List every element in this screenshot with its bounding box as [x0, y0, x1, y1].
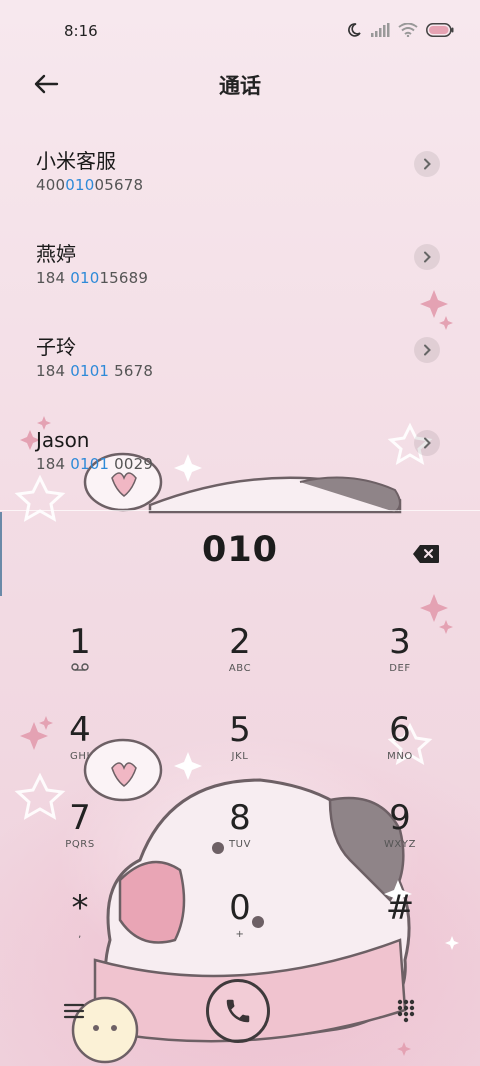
- number-match-highlight: 010: [70, 269, 100, 287]
- contact-name: Jason: [36, 428, 90, 452]
- key-letters: DEF: [389, 663, 411, 674]
- key-letters: ABC: [228, 663, 252, 674]
- header: 通话: [0, 62, 480, 106]
- key-0[interactable]: 0 +: [180, 888, 300, 968]
- contact-detail-button[interactable]: [414, 244, 440, 270]
- contact-number: 184 01015689: [36, 268, 480, 288]
- key-digit: 5: [229, 710, 251, 750]
- contact-detail-button[interactable]: [414, 151, 440, 177]
- number-match-highlight: 0101: [70, 362, 110, 380]
- dialpad-icon: [397, 999, 415, 1023]
- key-digit: #: [385, 888, 415, 928]
- chevron-right-icon: [424, 158, 431, 170]
- key-digit: 3: [389, 622, 411, 662]
- key-4[interactable]: 4 GHI: [20, 710, 140, 790]
- chevron-right-icon: [424, 344, 431, 356]
- key-letters: MNO: [387, 751, 413, 762]
- key-3[interactable]: 3 DEF: [340, 622, 460, 702]
- contact-number: 40001005678: [36, 175, 480, 195]
- phone-icon: [226, 999, 250, 1023]
- backspace-icon: [413, 545, 439, 563]
- key-letters: WXYZ: [383, 839, 417, 850]
- voicemail-icon: [20, 662, 140, 677]
- contact-list: 小米客服 40001005678 燕婷 184 01015689 子玲 184 …: [0, 135, 480, 507]
- number-part: 0029: [109, 455, 154, 473]
- contact-number: 184 0101 5678: [36, 361, 480, 381]
- key-hash[interactable]: #: [340, 888, 460, 968]
- key-1[interactable]: 1: [20, 622, 140, 702]
- key-star[interactable]: * ,: [20, 888, 140, 968]
- dialer-bottom-bar: [0, 975, 480, 1055]
- key-digit: 8: [229, 798, 251, 838]
- key-2[interactable]: 2 ABC: [180, 622, 300, 702]
- key-digit: *: [71, 888, 89, 928]
- signal-icon: [370, 23, 390, 37]
- number-part: 15689: [99, 269, 149, 287]
- number-part: 05678: [94, 176, 144, 194]
- contact-number: 184 0101 0029: [36, 454, 480, 474]
- key-8[interactable]: 8 TUV: [180, 798, 300, 878]
- number-match-highlight: 010: [65, 176, 95, 194]
- number-part: 184: [36, 455, 71, 473]
- status-icons: [346, 22, 454, 38]
- contact-detail-button[interactable]: [414, 337, 440, 363]
- number-part: 400: [36, 176, 66, 194]
- panel-divider: [0, 510, 480, 511]
- status-time: 8:16: [64, 22, 98, 40]
- number-match-highlight: 0101: [70, 455, 110, 473]
- key-digit: 7: [69, 798, 91, 838]
- contact-name: 燕婷: [36, 242, 76, 266]
- key-letters: ,: [78, 929, 82, 940]
- key-digit: 1: [69, 622, 91, 662]
- chevron-right-icon: [424, 437, 431, 449]
- page-title: 通话: [219, 74, 261, 98]
- key-letters: +: [235, 929, 245, 940]
- contact-item[interactable]: 燕婷 184 01015689: [0, 228, 480, 321]
- key-letters: PQRS: [65, 839, 95, 850]
- dialpad-toggle-button[interactable]: [392, 997, 420, 1025]
- key-digit: 9: [389, 798, 411, 838]
- key-digit: 2: [229, 622, 251, 662]
- contact-name: 小米客服: [36, 149, 116, 173]
- key-7[interactable]: 7 PQRS: [20, 798, 140, 878]
- key-letters: GHI: [69, 751, 91, 762]
- battery-icon: [426, 23, 454, 37]
- menu-button[interactable]: [60, 997, 88, 1025]
- contact-detail-button[interactable]: [414, 430, 440, 456]
- number-part: 184: [36, 362, 71, 380]
- contact-name: 子玲: [36, 335, 76, 359]
- key-6[interactable]: 6 MNO: [340, 710, 460, 790]
- key-5[interactable]: 5 JKL: [180, 710, 300, 790]
- key-digit: 0: [229, 888, 251, 928]
- status-bar: 8:16: [0, 0, 480, 62]
- number-part: 5678: [109, 362, 154, 380]
- contact-item[interactable]: 子玲 184 0101 5678: [0, 321, 480, 414]
- wifi-icon: [398, 23, 418, 37]
- key-9[interactable]: 9 WXYZ: [340, 798, 460, 878]
- call-button[interactable]: [206, 979, 270, 1043]
- key-digit: 4: [69, 710, 91, 750]
- moon-icon: [346, 22, 362, 38]
- contact-item[interactable]: Jason 184 0101 0029: [0, 414, 480, 507]
- dialed-number-display[interactable]: 010: [0, 530, 480, 570]
- number-part: 184: [36, 269, 71, 287]
- backspace-button[interactable]: [410, 540, 442, 568]
- key-letters: JKL: [231, 751, 249, 762]
- contact-item[interactable]: 小米客服 40001005678: [0, 135, 480, 228]
- key-digit: 6: [389, 710, 411, 750]
- key-letters: TUV: [228, 839, 252, 850]
- menu-icon: [63, 1003, 85, 1019]
- chevron-right-icon: [424, 251, 431, 263]
